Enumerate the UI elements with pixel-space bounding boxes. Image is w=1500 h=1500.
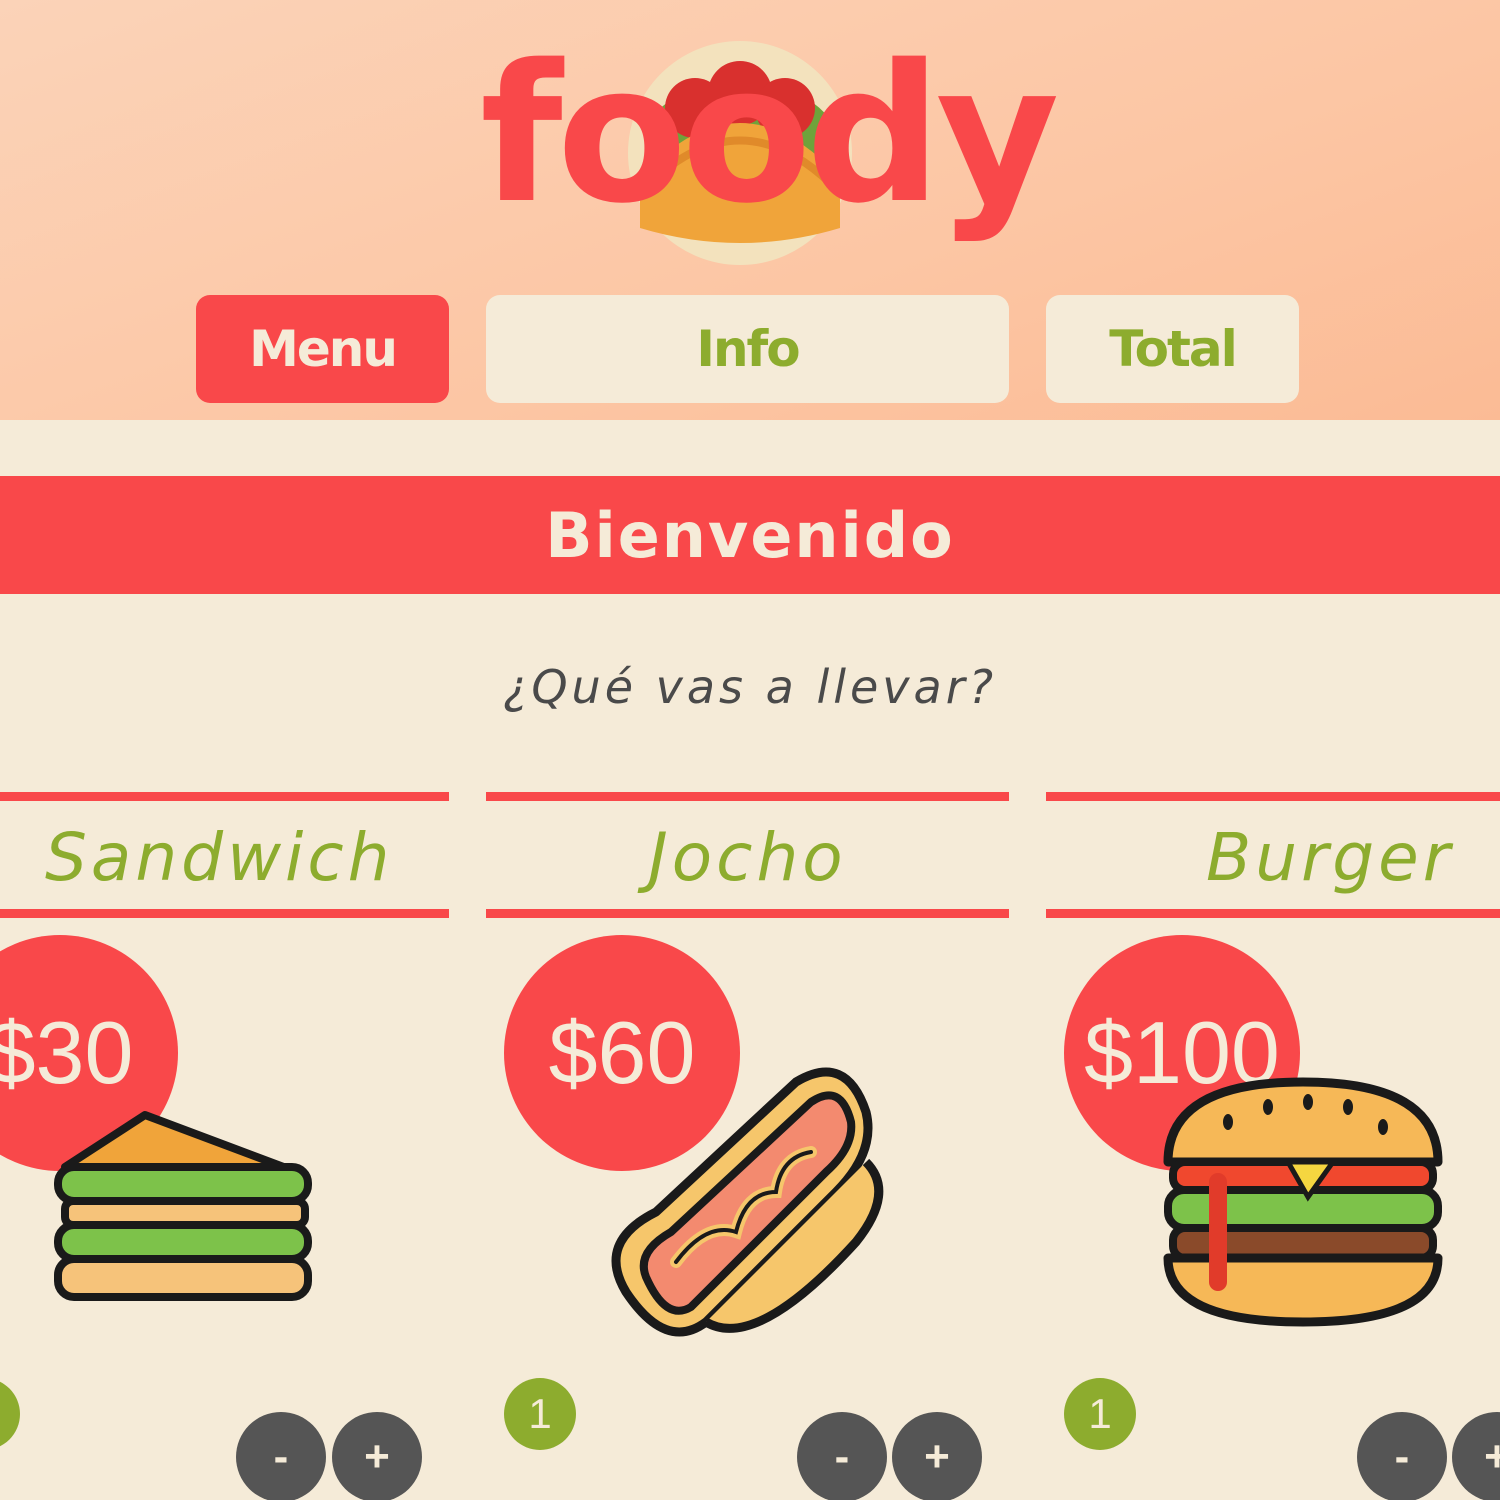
product-card-burger: Burger $100 1 - +: [1046, 792, 1500, 1500]
quantity-badge: 1: [0, 1378, 20, 1450]
product-card-jocho: Jocho $60 1 - +: [486, 792, 1009, 1500]
decrease-button[interactable]: -: [797, 1412, 887, 1500]
nav-menu-button[interactable]: Menu: [196, 295, 449, 403]
decrease-button[interactable]: -: [236, 1412, 326, 1500]
logo: foody: [480, 20, 1060, 280]
product-card-sandwich: Sandwich $30 1 - +: [0, 792, 449, 1500]
card-top-rule: [486, 792, 1009, 801]
card-top-rule: [1046, 792, 1500, 801]
question-text: ¿Qué vas a llevar?: [502, 660, 998, 714]
product-name: Sandwich: [45, 818, 394, 896]
product-name: Burger: [1206, 818, 1454, 896]
welcome-banner: Bienvenido: [0, 476, 1500, 594]
increase-button[interactable]: +: [332, 1412, 422, 1500]
increase-button[interactable]: +: [1452, 1412, 1500, 1500]
product-name: Jocho: [648, 818, 847, 896]
hot-dog-icon: [611, 1067, 884, 1337]
sandwich-icon: [54, 1111, 312, 1301]
quantity-badge: 1: [1064, 1378, 1136, 1450]
card-bottom-rule: [1046, 909, 1500, 918]
card-bottom-rule: [0, 909, 449, 918]
welcome-title: Bienvenido: [545, 498, 955, 572]
nav-info-button[interactable]: Info: [486, 295, 1009, 403]
brand-logo-text: foody: [480, 24, 1060, 245]
quantity-badge: 1: [504, 1378, 576, 1450]
header: foody Menu Info Total: [0, 0, 1500, 420]
decrease-button[interactable]: -: [1357, 1412, 1447, 1500]
burger-icon: [1163, 1077, 1443, 1327]
increase-button[interactable]: +: [892, 1412, 982, 1500]
nav-total-button[interactable]: Total: [1046, 295, 1299, 403]
card-bottom-rule: [486, 909, 1009, 918]
card-top-rule: [0, 792, 449, 801]
